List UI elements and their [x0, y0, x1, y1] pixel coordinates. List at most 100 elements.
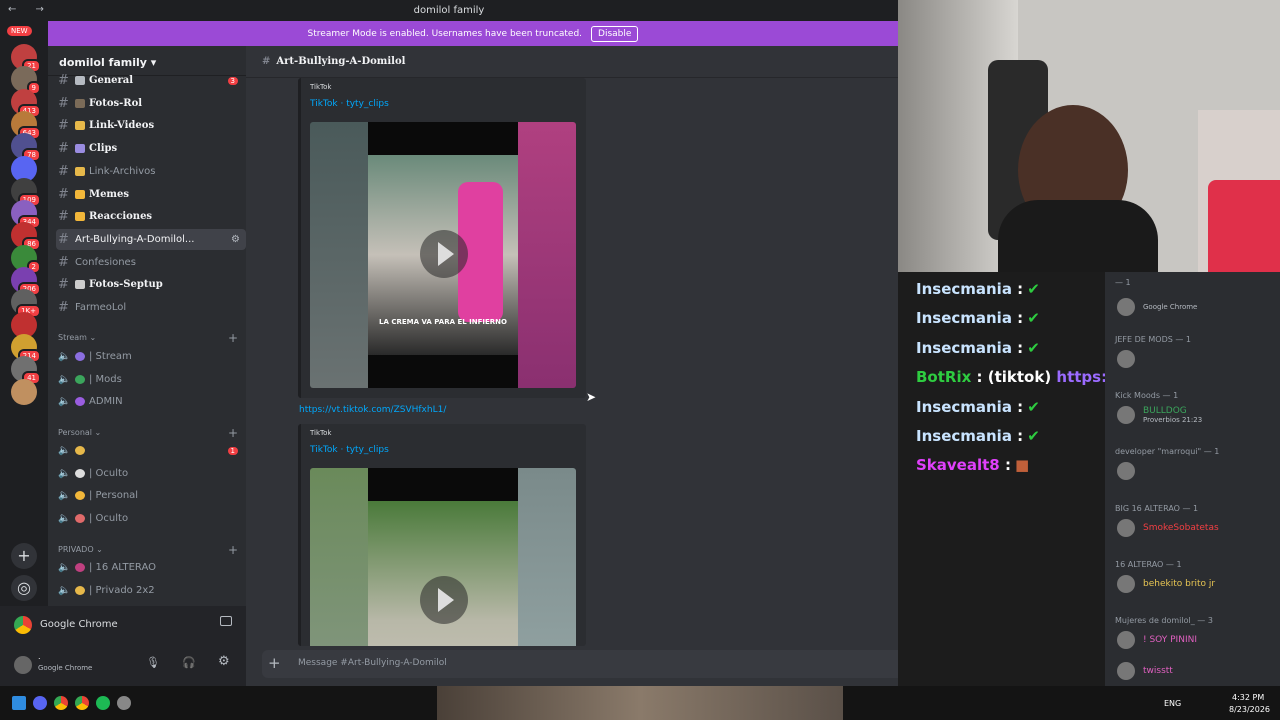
channel-settings-icon[interactable]: ⚙	[231, 234, 240, 245]
member[interactable]: SmokeSobatetas	[1117, 518, 1272, 538]
streamer-mode-banner: Streamer Mode is enabled. Usernames have…	[48, 21, 898, 46]
chat-line: Insecmania : ✔	[916, 427, 1040, 445]
voice-channel[interactable]: 🔈 | 16 ALTERAO	[56, 557, 246, 578]
voice-channel[interactable]: 🔈 | Mods	[56, 369, 246, 390]
channel-item[interactable]: # Fotos-Rol	[56, 93, 246, 114]
chrome-taskbar-icon[interactable]	[75, 696, 89, 710]
avatar	[1117, 298, 1135, 316]
language-indicator[interactable]: ENG	[1164, 699, 1181, 708]
emote-icon: ■	[1014, 456, 1030, 475]
member[interactable]: ! SOY PININI	[1117, 630, 1272, 650]
member[interactable]: Google Chrome	[1117, 297, 1272, 317]
explore-icon[interactable]: ◎	[11, 575, 37, 601]
chat-separator: :	[1011, 397, 1024, 416]
mention-badge: 3	[227, 76, 238, 85]
channel-name: Link-Archivos	[89, 165, 156, 177]
channel-item[interactable]: # Art-Bullying-A-Domilol... ⚙	[56, 228, 246, 250]
voice-channel-name: ADMIN	[89, 396, 123, 408]
voice-channel-name: | Personal	[89, 490, 139, 502]
disable-button[interactable]: Disable	[591, 25, 639, 42]
channel-header: # Art-Bullying-A-Domilol	[246, 46, 898, 78]
avatar[interactable]	[14, 656, 32, 674]
video-thumbnail[interactable]	[310, 468, 576, 646]
add-attachment-icon[interactable]: +	[268, 654, 281, 672]
window-title: domilol family	[413, 5, 485, 16]
chat-separator: :	[1011, 309, 1024, 328]
screen-share-icon[interactable]	[220, 616, 232, 626]
gear-icon[interactable]: ⚙	[218, 654, 230, 669]
channel-name: Memes	[89, 188, 130, 200]
banner-text: Streamer Mode is enabled. Usernames have…	[307, 28, 583, 39]
mouse-cursor: ➤	[586, 390, 597, 404]
channel-item[interactable]: # Memes	[56, 184, 246, 205]
emote-icon: ✔	[1027, 280, 1040, 298]
spotify-icon[interactable]	[96, 696, 110, 710]
headphones-icon[interactable]: 🎧	[182, 656, 196, 669]
role-header: developer "marroqui" — 1	[1115, 447, 1220, 457]
discord-taskbar-icon[interactable]	[33, 696, 47, 710]
chat-username: BotRix	[916, 368, 972, 387]
category-personal[interactable]: Personal ⌄ +	[58, 426, 248, 440]
channel-item[interactable]: # FarmeoLol	[56, 297, 246, 318]
channel-name: Reacciones	[89, 211, 153, 223]
video-caption: LA CREMA VA PARA EL INFIERNO	[379, 318, 507, 326]
chat-line: Insecmania : ✔	[916, 309, 1040, 327]
channel-item[interactable]: # Link-Videos	[56, 115, 246, 136]
channel-item[interactable]: # Fotos-Septup	[56, 274, 246, 295]
play-icon[interactable]	[420, 230, 468, 278]
embed-provider: TikTok	[310, 429, 332, 437]
add-channel-icon[interactable]: +	[228, 543, 238, 557]
channel-item[interactable]: # Link-Archivos	[56, 161, 246, 182]
add-channel-icon[interactable]: +	[228, 331, 238, 345]
embed-author[interactable]: TikTok · tyty_clips	[310, 99, 389, 109]
message-input[interactable]: Message #Art-Bullying-A-Domilol	[298, 658, 447, 668]
obs-icon[interactable]	[117, 696, 131, 710]
voice-channel[interactable]: 🔈 | Privado 2x2	[56, 580, 246, 601]
avatar	[1117, 574, 1135, 593]
member[interactable]: behekito brito jr	[1117, 574, 1272, 594]
voice-channel[interactable]: 🔈 1	[56, 440, 246, 461]
activity-panel[interactable]: Google Chrome	[0, 606, 246, 644]
member[interactable]: BULLDOG Proverbios 21:23	[1117, 405, 1272, 425]
play-icon[interactable]	[420, 576, 468, 624]
clock-time: 4:32 PM	[1232, 693, 1265, 702]
mic-icon[interactable]: 🎙	[146, 656, 160, 669]
emote-icon: ✔	[1027, 397, 1040, 416]
windows-icon[interactable]	[12, 696, 26, 710]
channel-item[interactable]: # Reacciones	[56, 206, 246, 227]
channel-item[interactable]: # Confesiones	[56, 252, 246, 273]
role-header: BIG 16 ALTERAO — 1	[1115, 503, 1199, 513]
category-stream[interactable]: Stream ⌄ +	[58, 331, 248, 345]
message-link[interactable]: https://vt.tiktok.com/ZSVHfxhL1/	[299, 405, 446, 415]
channel-name: Link-Videos	[89, 120, 155, 132]
voice-channel[interactable]: 🔈 | Oculto	[56, 463, 246, 484]
video-thumbnail[interactable]: LA CREMA VA PARA EL INFIERNO	[310, 122, 576, 388]
voice-channel[interactable]: 🔈 | Personal	[56, 485, 246, 506]
voice-channel[interactable]: 🔈 | Oculto	[56, 508, 246, 529]
speaker-icon: 🔈	[58, 373, 71, 385]
tiktok-embed: TikTok TikTok · tyty_clips LA CREMA VA P…	[298, 78, 586, 398]
channel-item[interactable]: # Clips	[56, 138, 246, 159]
server-icon[interactable]	[11, 378, 37, 405]
channel-item[interactable]: # General 3	[56, 70, 246, 91]
member-name: BULLDOG	[1143, 406, 1187, 417]
channel-emoji-icon	[75, 144, 85, 154]
voice-channel-name: | Mods	[89, 373, 122, 385]
add-server-icon[interactable]: +	[11, 543, 37, 569]
avatar	[1117, 406, 1135, 425]
voice-channel[interactable]: 🔈 ADMIN	[56, 391, 246, 412]
add-channel-icon[interactable]: +	[228, 426, 238, 440]
hash-icon: #	[58, 163, 69, 179]
channel-emoji-icon	[75, 468, 85, 478]
member[interactable]	[1117, 349, 1272, 369]
avatar	[1117, 462, 1135, 481]
voice-channel[interactable]: 🔈 | Stream	[56, 346, 246, 367]
member[interactable]	[1117, 461, 1272, 481]
avatar	[1117, 518, 1135, 537]
chrome-taskbar-icon[interactable]	[54, 696, 68, 710]
user-name: .	[38, 652, 41, 661]
channel-emoji-icon	[75, 98, 85, 108]
category-privado[interactable]: PRIVADO ⌄ +	[58, 543, 248, 557]
member[interactable]: twisstt	[1117, 661, 1272, 681]
embed-author[interactable]: TikTok · tyty_clips	[310, 445, 389, 455]
